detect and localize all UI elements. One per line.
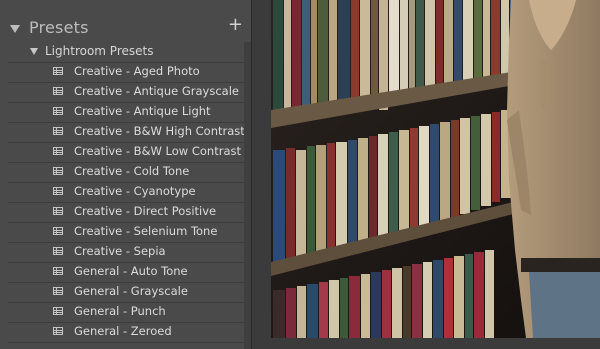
photo-preview bbox=[271, 0, 600, 338]
preset-item[interactable]: Creative - Direct Positive bbox=[8, 202, 244, 223]
presets-scrollbar[interactable] bbox=[244, 42, 251, 349]
preset-icon bbox=[53, 127, 63, 135]
preset-icon bbox=[53, 287, 63, 295]
preset-icon bbox=[53, 247, 63, 255]
preset-icon bbox=[53, 107, 63, 115]
preset-icon bbox=[53, 207, 63, 215]
presets-list: Lightroom Presets Creative - Aged Photo … bbox=[8, 42, 245, 349]
preset-item[interactable]: General - Zeroed bbox=[8, 322, 244, 343]
preset-icon bbox=[53, 67, 63, 75]
folder-lightroom-presets[interactable]: Lightroom Presets bbox=[8, 42, 244, 63]
preset-item[interactable]: Creative - B&W High Contrast bbox=[8, 122, 245, 143]
presets-panel: Presets + Lightroom Presets Creative - A… bbox=[0, 0, 252, 349]
folder-label: Lightroom Presets bbox=[45, 44, 154, 58]
preset-item[interactable]: General - Punch bbox=[8, 302, 244, 323]
preset-label: Creative - Direct Positive bbox=[74, 204, 217, 218]
preset-item[interactable]: Creative - Cyanotype bbox=[8, 182, 244, 203]
preset-item[interactable]: General - Auto Tone bbox=[8, 262, 244, 283]
preset-icon bbox=[53, 307, 63, 315]
preset-item[interactable]: Creative - Cold Tone bbox=[8, 162, 244, 183]
preset-label: General - Grayscale bbox=[74, 284, 188, 298]
preset-label: General - Auto Tone bbox=[74, 264, 188, 278]
preset-label: General - Zeroed bbox=[74, 324, 172, 338]
preset-icon bbox=[53, 227, 63, 235]
preset-item[interactable]: Creative - Selenium Tone bbox=[8, 222, 244, 243]
add-preset-button[interactable]: + bbox=[228, 16, 243, 34]
preset-icon bbox=[53, 327, 63, 335]
preset-label: Creative - B&W High Contrast bbox=[74, 124, 245, 138]
preset-label: Creative - Cyanotype bbox=[74, 184, 196, 198]
preset-icon bbox=[53, 87, 63, 95]
preset-item[interactable]: Creative - B&W Low Contrast bbox=[8, 142, 244, 163]
preset-item[interactable]: Creative - Aged Photo bbox=[8, 62, 244, 83]
presets-panel-header[interactable]: Presets + bbox=[0, 14, 251, 42]
preset-label: Creative - Sepia bbox=[74, 244, 166, 258]
preset-icon bbox=[53, 147, 63, 155]
preset-label: General - Punch bbox=[74, 304, 166, 318]
preset-label: Creative - Selenium Tone bbox=[74, 224, 218, 238]
preset-icon bbox=[53, 167, 63, 175]
preset-label: Creative - B&W Low Contrast bbox=[74, 144, 241, 158]
preset-item[interactable]: General - Grayscale bbox=[8, 282, 244, 303]
preset-label: Creative - Aged Photo bbox=[74, 64, 200, 78]
preset-label: Creative - Cold Tone bbox=[74, 164, 190, 178]
preset-item[interactable]: Creative - Antique Light bbox=[8, 102, 244, 123]
lightroom-window: Presets + Lightroom Presets Creative - A… bbox=[0, 0, 600, 349]
preset-icon bbox=[53, 267, 63, 275]
library-bookshelf-photo bbox=[271, 0, 600, 338]
preset-label: Creative - Antique Grayscale bbox=[74, 84, 239, 98]
preset-item[interactable]: Creative - Antique Grayscale bbox=[8, 82, 244, 103]
presets-panel-title: Presets bbox=[29, 18, 89, 37]
preset-item[interactable]: Creative - Sepia bbox=[8, 242, 244, 263]
folder-expand-triangle-icon[interactable] bbox=[30, 48, 38, 55]
preset-label: Creative - Antique Light bbox=[74, 104, 211, 118]
collapse-triangle-icon[interactable] bbox=[10, 25, 20, 33]
preset-icon bbox=[53, 187, 63, 195]
